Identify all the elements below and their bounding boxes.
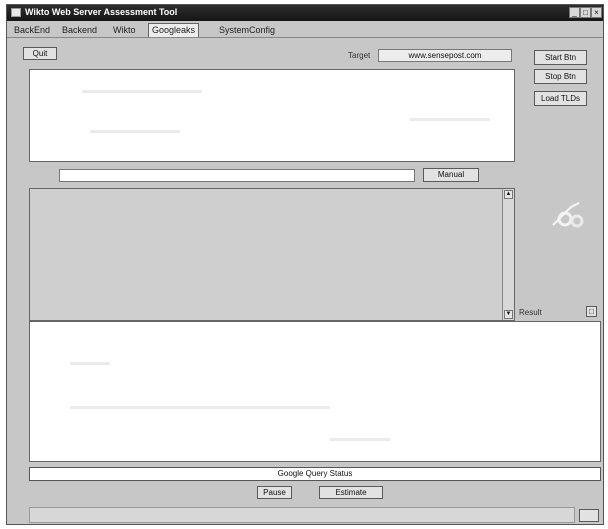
results-list-panel[interactable]: ▲ ▼ — [29, 188, 515, 321]
tab-googleaks[interactable]: Googleaks — [148, 23, 200, 37]
minimize-icon[interactable]: _ — [569, 7, 580, 18]
tab-backend-2[interactable]: Backend — [59, 24, 100, 36]
manual-input[interactable] — [59, 169, 415, 182]
title-bar: Wikto Web Server Assessment Tool _ □ × — [7, 5, 603, 21]
result-detail-panel[interactable] — [29, 321, 601, 462]
faint-line — [90, 130, 180, 133]
progress-side-button[interactable] — [579, 509, 599, 522]
window-title: Wikto Web Server Assessment Tool — [25, 7, 178, 17]
quit-button[interactable]: Quit — [23, 47, 57, 60]
tab-systemconfig[interactable]: SystemConfig — [216, 24, 278, 36]
faint-line — [82, 90, 202, 93]
stop-button[interactable]: Stop Btn — [534, 69, 587, 84]
app-window: Wikto Web Server Assessment Tool _ □ × B… — [6, 4, 604, 525]
query-output-panel[interactable] — [29, 69, 515, 162]
close-icon[interactable]: × — [591, 7, 602, 18]
result-toggle-button[interactable]: □ — [586, 306, 597, 317]
tab-backend-1[interactable]: BackEnd — [11, 24, 53, 36]
results-scrollbar[interactable]: ▲ ▼ — [502, 189, 514, 320]
tab-bar: BackEnd Backend Wikto Googleaks SystemCo… — [7, 22, 603, 38]
target-label: Target — [348, 51, 371, 60]
app-icon — [11, 8, 21, 17]
pause-button[interactable]: Pause — [257, 486, 292, 499]
result-label: Result — [519, 308, 542, 317]
estimate-button[interactable]: Estimate — [319, 486, 383, 499]
load-tlds-button[interactable]: Load TLDs — [534, 91, 587, 106]
target-field[interactable]: www.sensepost.com — [378, 49, 512, 62]
tab-divider — [7, 37, 603, 38]
scroll-up-icon[interactable]: ▲ — [504, 190, 513, 199]
google-query-status: Google Query Status — [29, 467, 601, 481]
progress-bar — [29, 507, 575, 523]
faint-line — [330, 438, 390, 441]
start-button[interactable]: Start Btn — [534, 50, 587, 65]
faint-line — [70, 406, 330, 409]
faint-line — [70, 362, 110, 365]
scroll-down-icon[interactable]: ▼ — [504, 310, 513, 319]
faint-line — [410, 118, 490, 121]
tab-wikto[interactable]: Wikto — [110, 24, 139, 36]
manual-button[interactable]: Manual — [423, 168, 479, 182]
maximize-icon[interactable]: □ — [580, 7, 591, 18]
wikto-logo-icon — [552, 202, 584, 228]
